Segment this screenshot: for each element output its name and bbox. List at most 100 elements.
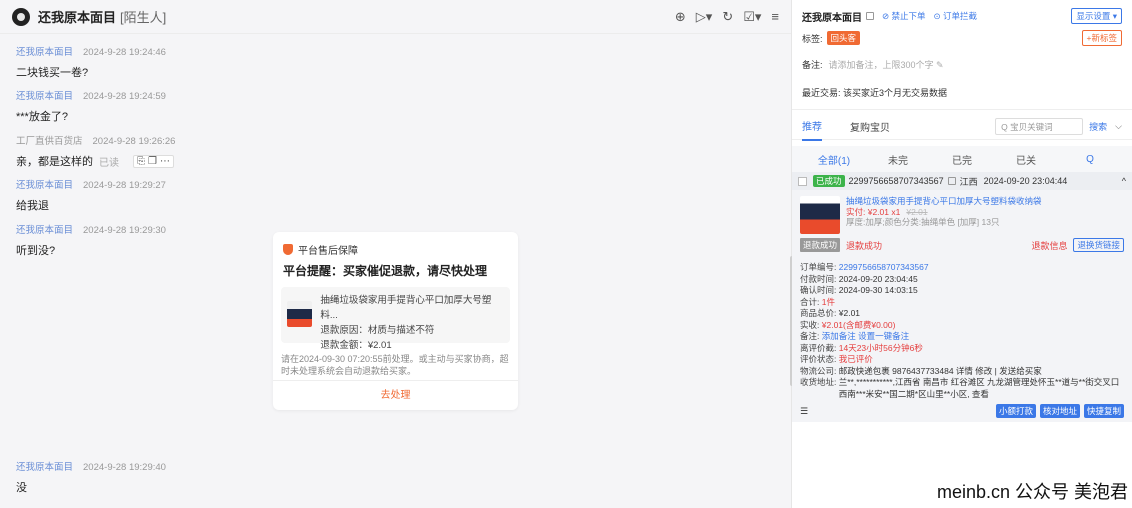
tab-all[interactable]: 全部(1) — [802, 152, 866, 167]
block-order-link[interactable]: ⊘ 禁止下单 — [882, 10, 925, 22]
message-time: 2024-9-28 19:24:59 — [83, 91, 166, 102]
search-input[interactable]: Q 宝贝关键词 — [995, 118, 1084, 135]
message-time: 2024-9-28 19:24:46 — [83, 47, 166, 58]
tab-finished[interactable]: 已完 — [930, 152, 994, 167]
message-text: 没 — [16, 482, 27, 494]
detail-key: 合计: — [800, 296, 820, 307]
address-value: 兰**,***********,江西省 南昌市 红谷滩区 九龙湖管理处怀玉**道… — [838, 377, 1120, 399]
original-price: ¥2.01 — [906, 206, 928, 217]
avatar[interactable] — [12, 7, 30, 26]
order-number: 2299756658707343567 — [848, 176, 944, 186]
check-address-button[interactable]: 核对地址 — [1039, 404, 1080, 418]
chat-header: 还我原本面目 [陌生人] ⊕ ▷▾ ↻ ☑▾ ≡ — [0, 0, 791, 34]
copy-icon[interactable] — [866, 12, 874, 20]
message-time: 2024-9-28 19:29:40 — [83, 462, 166, 473]
search-icon[interactable]: Q — [1058, 154, 1122, 165]
chat-title: 还我原本面目 — [38, 10, 117, 25]
refund-info-link[interactable]: 退款信息 — [1031, 239, 1067, 252]
message-text: 听到没? — [16, 245, 56, 257]
refund-row: 退款成功 退款成功 退款信息 退换货链接 — [792, 234, 1132, 258]
customer-panel: 还我原本面目 ⊘ 禁止下单 ⊙ 订单拦截 显示设置 ▾ 标签: 回头客 +新标签… — [792, 0, 1132, 508]
order-province: 江西 — [959, 176, 978, 187]
order-header: 已成功 2299756658707343567 江西 2024-09-20 23… — [792, 172, 1132, 190]
message-sender: 还我原本面目 — [16, 91, 74, 102]
quote-icon[interactable]: ❐ — [148, 156, 157, 167]
search-button[interactable]: 搜索 — [1089, 120, 1107, 133]
message-time: 2024-9-28 19:26:26 — [92, 136, 176, 147]
order-intercept-link[interactable]: ⊙ 订单拦截 — [933, 10, 976, 22]
logistics-value[interactable]: 邮政快递包裹 9876437733484 详情 修改 | 发送给买家 — [839, 366, 1042, 378]
refund-amount: 退款金额：¥2.01 — [320, 340, 392, 351]
chevron-up-icon[interactable]: ^ — [1122, 176, 1126, 186]
message-text: ***放金了? — [16, 111, 68, 123]
target-icon[interactable]: ⊕ — [675, 9, 686, 25]
message-actions[interactable]: ⎘ ❐ ⋯ — [133, 154, 174, 168]
refund-status: 退款成功 — [846, 240, 883, 251]
check-icon[interactable]: ☑▾ — [743, 9, 761, 25]
product-title[interactable]: 抽绳垃圾袋家用手提背心平口加厚大号塑料袋收纳袋 — [846, 196, 1042, 207]
detail-key: 付款时间: — [800, 273, 837, 284]
settings-icon[interactable]: ☰ — [800, 406, 808, 417]
order-item: 抽绳垃圾袋家用手提背心平口加厚大号塑料袋收纳袋 实付: ¥2.01 x1 ¥2.0… — [792, 190, 1132, 234]
message-time: 2024-9-28 19:29:27 — [83, 180, 166, 191]
tab-repurchase[interactable]: 复购宝贝 — [850, 119, 890, 140]
tab-recommend[interactable]: 推荐 — [802, 118, 822, 141]
play-icon[interactable]: ▷▾ — [696, 9, 713, 25]
quick-copy-button[interactable]: 快捷复制 — [1083, 404, 1124, 418]
message-sender: 工厂直供百货店 — [16, 136, 83, 147]
small-payment-button[interactable]: 小额打款 — [995, 404, 1036, 418]
message-text: 给我退 — [16, 200, 49, 212]
message-sender: 还我原本面目 — [16, 180, 74, 191]
note-label: 备注: — [802, 60, 823, 70]
card-header: 平台售后保障 — [298, 246, 358, 257]
product-spec: 厚度:加厚;颜色分类:抽绳单色 [加厚] 13只 — [846, 217, 1000, 227]
order-checkbox[interactable] — [798, 176, 807, 186]
message-sender: 还我原本面目 — [16, 462, 74, 473]
order-details: 订单编号: 2299756658707343567 付款时间: 2024-09-… — [792, 258, 1132, 400]
handle-button[interactable]: 去处理 — [273, 380, 518, 410]
detail-key: 商品总价: — [800, 308, 837, 318]
refund-reason: 退款原因：材质与描述不符 — [320, 325, 435, 336]
product-image — [287, 301, 313, 327]
status-badge: 已成功 — [813, 175, 845, 187]
tab-closed[interactable]: 已关 — [994, 152, 1058, 167]
note-input[interactable]: 请添加备注，上限300个字 ✎ — [829, 58, 944, 71]
app-root: 还我原本面目 [陌生人] ⊕ ▷▾ ↻ ☑▾ ≡ 还我原本面目 2024-9-28… — [0, 0, 1132, 508]
refund-tag: 退款成功 — [800, 238, 841, 252]
refund-reminder-card: 平台售后保障 平台提醒：买家催促退款，请尽快处理 抽绳垃圾袋家用手提背心平口加厚… — [273, 232, 518, 410]
message-sender: 还我原本面目 — [16, 47, 74, 58]
order-actions: ☰ 小额打款 核对地址 快捷复制 — [792, 400, 1132, 422]
customer-tag[interactable]: 回头客 — [826, 31, 861, 45]
copy-icon[interactable]: ⎘ — [137, 156, 145, 167]
list-item: 工厂直供百货店 2024-9-28 19:26:26 亲，都是这样的 已读 ⎘ ❐ ⋯ — [16, 133, 175, 169]
list-item: 还我原本面目 2024-9-28 19:24:46 二块钱买一卷? — [16, 44, 166, 80]
watermark: meinb.cn 公众号 美泡君 — [936, 482, 1128, 502]
detail-key: 离评价截: — [800, 342, 837, 353]
product-tabs: 推荐 复购宝贝 Q 宝贝关键词 搜索 ⌵ — [792, 114, 1132, 141]
list-item: 还我原本面目 2024-9-28 19:29:27 给我退 — [16, 177, 166, 213]
read-status: 已读 — [99, 157, 119, 169]
product-image[interactable] — [800, 196, 840, 234]
card-product[interactable]: 抽绳垃圾袋家用手提背心平口加厚大号塑料... 退款原因：材质与描述不符 退款金额… — [281, 287, 510, 351]
more-icon[interactable]: ⋯ — [160, 156, 170, 167]
message-sender: 还我原本面目 — [16, 225, 74, 236]
detail-value: ¥2.01(含邮费¥0.00) — [821, 319, 896, 330]
list-item: 还我原本面目 2024-9-28 19:29:40 没 — [16, 459, 166, 495]
detail-key: 备注: — [800, 331, 820, 341]
tab-unfinished[interactable]: 未完 — [866, 152, 930, 167]
paid-amount: 实付: ¥2.01 x1 — [846, 206, 901, 217]
add-note-link[interactable]: 添加备注 设置一键备注 — [822, 331, 909, 343]
new-tag-button[interactable]: +新标签 — [1081, 30, 1122, 46]
menu-icon[interactable]: ≡ — [771, 9, 779, 24]
return-link-button[interactable]: 退换货链接 — [1073, 238, 1124, 252]
detail-key: 评价状态: — [800, 354, 837, 364]
message-text: 亲，都是这样的 — [16, 156, 93, 168]
product-title: 抽绳垃圾袋家用手提背心平口加厚大号塑料... — [320, 295, 492, 321]
chat-panel: 还我原本面目 [陌生人] ⊕ ▷▾ ↻ ☑▾ ≡ 还我原本面目 2024-9-28… — [0, 0, 794, 508]
list-item: 还我原本面目 2024-9-28 19:24:59 ***放金了? — [16, 88, 166, 124]
display-settings-button[interactable]: 显示设置 ▾ — [1071, 8, 1122, 24]
refresh-icon[interactable]: ↻ — [722, 9, 733, 25]
copy-icon[interactable] — [947, 177, 956, 185]
chevron-down-icon[interactable]: ⌵ — [1115, 121, 1122, 132]
detail-value: 14天23小时56分钟6秒 — [838, 342, 923, 353]
